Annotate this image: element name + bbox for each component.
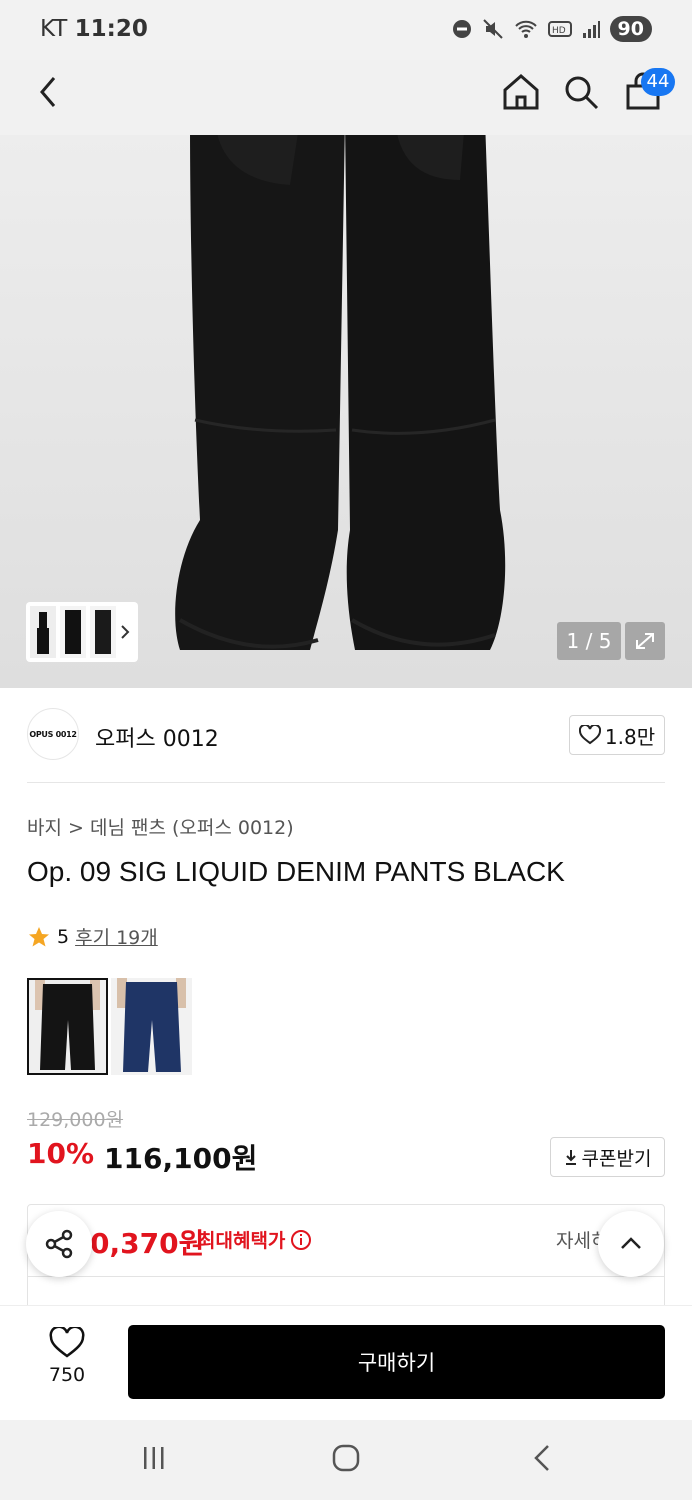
svg-text:HD: HD [552, 26, 566, 36]
divider [27, 782, 665, 783]
back-nav-icon[interactable] [528, 1442, 556, 1474]
color-option-blue[interactable] [111, 978, 192, 1075]
buy-button[interactable]: 구매하기 [128, 1325, 665, 1399]
original-price: 129,000원 [27, 1109, 124, 1131]
product-title: Op. 09 SIG LIQUID DENIM PANTS BLACK [27, 856, 565, 887]
recent-apps-icon[interactable] [140, 1444, 168, 1472]
signal-icon [582, 21, 600, 38]
wish-button[interactable]: 750 [30, 1325, 104, 1386]
brand-name[interactable]: 오퍼스 0012 [95, 721, 219, 753]
rating-score: 5 [57, 925, 70, 948]
cart-count-badge: 44 [641, 68, 675, 96]
chevron-right-icon[interactable] [118, 622, 132, 642]
review-count-link[interactable]: 후기 19개 [75, 923, 158, 950]
divider [27, 1276, 665, 1277]
search-icon[interactable] [560, 70, 602, 114]
max-benefit-label[interactable]: 최대혜택가 [198, 1226, 312, 1253]
sale-price: 116,100원 [104, 1142, 258, 1175]
share-icon [45, 1229, 73, 1259]
share-button[interactable] [26, 1211, 92, 1277]
wifi-icon [514, 20, 537, 38]
info-icon[interactable] [290, 1229, 312, 1251]
back-arrow-icon[interactable] [34, 70, 62, 114]
home-nav-icon[interactable] [331, 1442, 363, 1474]
system-navigation-bar [0, 1420, 692, 1500]
max-benefit-text: 최대혜택가 [198, 1230, 286, 1252]
sale-price-row: 10% 116,100원 [27, 1137, 257, 1177]
brand-like-button[interactable]: 1.8만 [569, 715, 665, 755]
status-bar: KT 11:20 HD 90 [0, 0, 692, 60]
pants-photo [0, 60, 692, 688]
battery-level: 90 [609, 16, 652, 42]
star-icon [29, 926, 49, 946]
coupon-button[interactable]: 쿠폰받기 [550, 1137, 665, 1177]
download-icon [565, 1150, 576, 1165]
brand-logo[interactable]: OPUS 0012 [27, 708, 79, 760]
clock: 11:20 [74, 16, 148, 42]
dnd-icon [452, 20, 471, 38]
product-image[interactable] [0, 60, 692, 688]
mute-icon [482, 19, 503, 39]
expand-icon [636, 633, 654, 649]
carrier-label: KT [40, 16, 68, 42]
heart-icon [49, 1325, 85, 1358]
discount-rate: 10% [27, 1137, 95, 1170]
heart-icon [578, 725, 601, 745]
hd-icon: HD [547, 21, 572, 37]
image-thumbnail-strip[interactable] [26, 602, 138, 662]
color-option-black[interactable] [27, 978, 108, 1075]
breadcrumb[interactable]: 바지 > 데님 팬츠 (오퍼스 0012) [27, 813, 294, 840]
scroll-top-button[interactable] [598, 1211, 664, 1277]
chevron-up-icon [621, 1237, 641, 1249]
brand-like-count: 1.8만 [604, 724, 656, 749]
image-counter: 1 / 5 [557, 622, 621, 660]
max-benefit-price: 0,370원 [90, 1227, 205, 1260]
benefit-detail-link[interactable]: 자세히 [556, 1226, 602, 1253]
coupon-label: 쿠폰받기 [581, 1147, 652, 1170]
wish-count: 750 [48, 1364, 86, 1386]
rating-row[interactable]: 5 후기 19개 [27, 923, 158, 950]
home-icon[interactable] [500, 70, 542, 114]
expand-button[interactable] [625, 622, 665, 660]
